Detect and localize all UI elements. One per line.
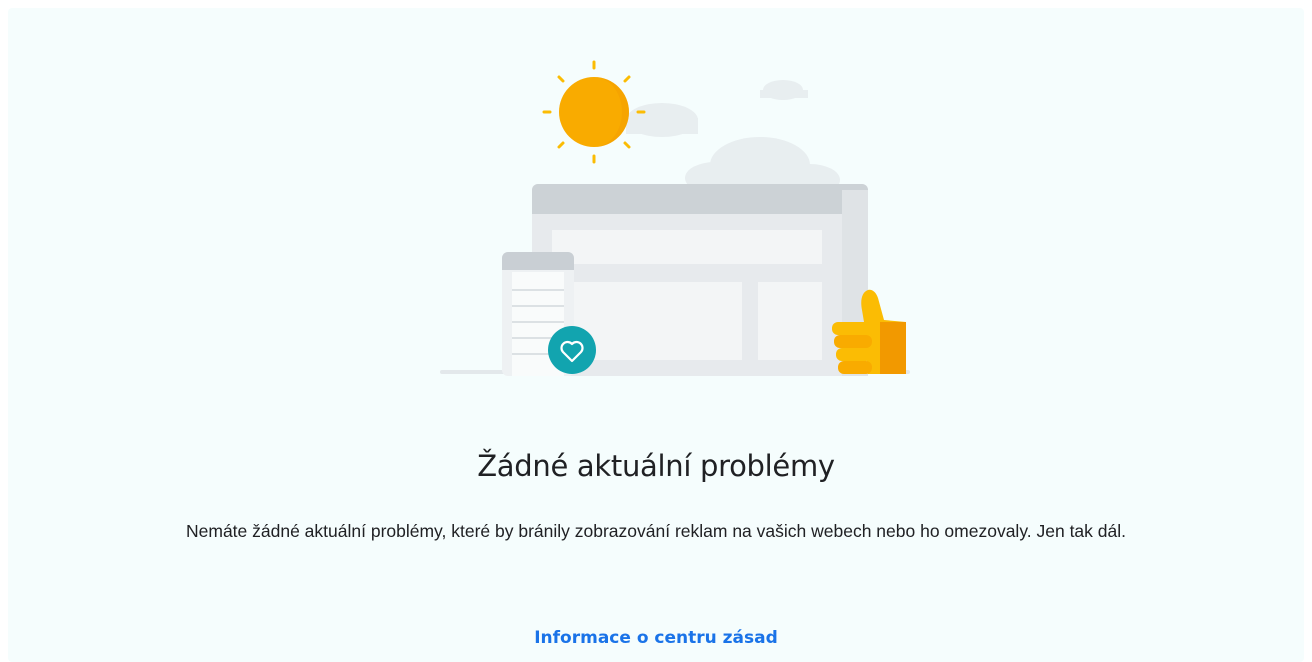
sun-icon <box>542 60 646 164</box>
heart-icon <box>548 326 596 374</box>
no-issues-illustration <box>440 60 910 376</box>
policy-center-info-link[interactable]: Informace o centru zásad <box>534 628 778 648</box>
policy-center-info-link-row: Informace o centru zásad <box>0 624 1312 652</box>
empty-state-title: Žádné aktuální problémy <box>477 449 835 483</box>
cloud-icon <box>626 80 840 196</box>
empty-state-message: Nemáte žádné aktuální problémy, které by… <box>186 521 1126 541</box>
